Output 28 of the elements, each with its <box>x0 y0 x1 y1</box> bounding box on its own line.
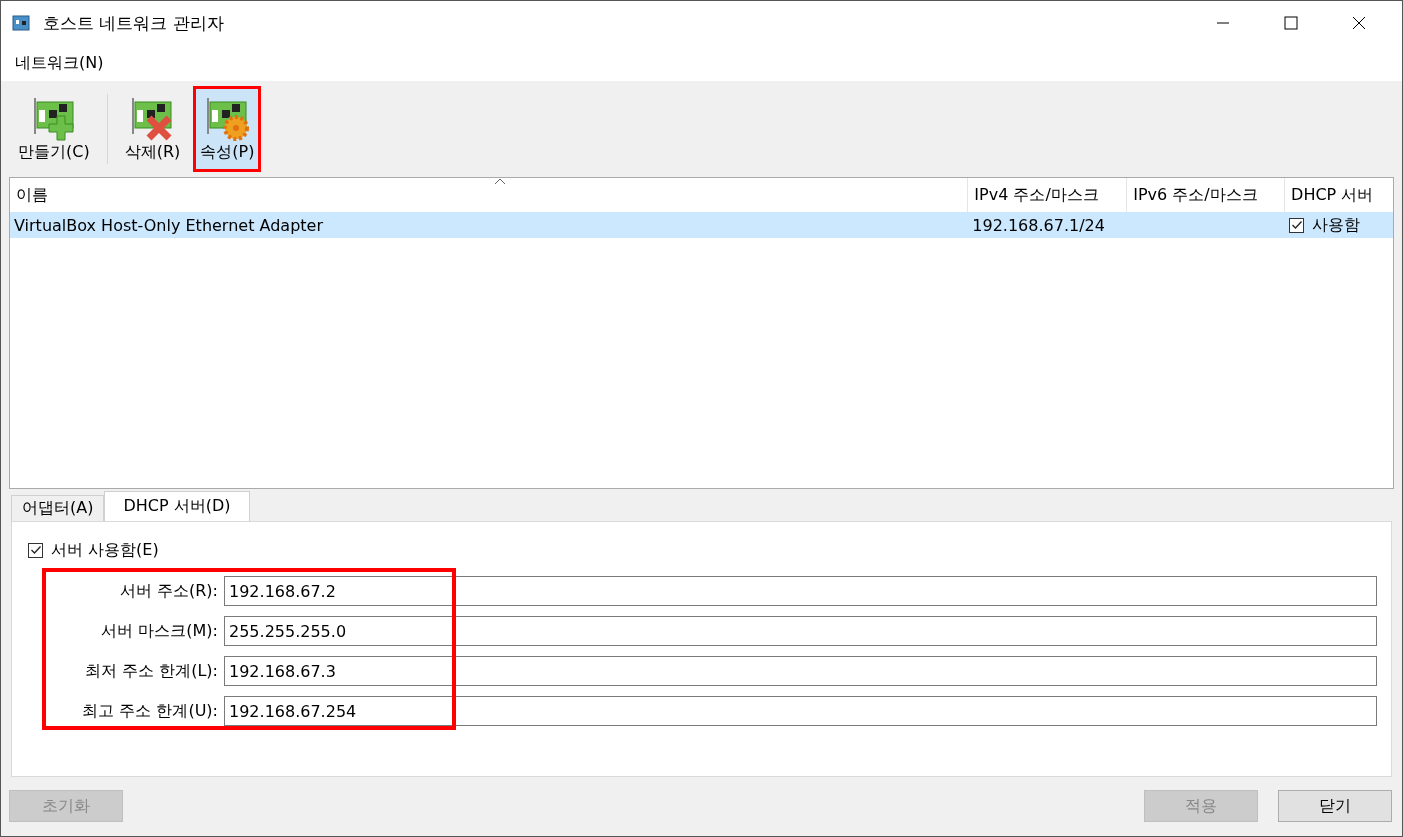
menu-item[interactable]: 네트워크(N) <box>15 52 104 74</box>
column-header[interactable]: DHCP 서버 <box>1285 178 1393 212</box>
input-field[interactable]: 192.168.67.3 <box>224 656 1377 686</box>
field-label: 최고 주소 한계(U): <box>81 700 218 722</box>
toolbar-button[interactable]: 속성(P) <box>193 86 262 172</box>
toolbar-button[interactable]: 만들기(C) <box>11 86 97 172</box>
sort-caret-icon <box>494 178 506 185</box>
tab[interactable]: DHCP 서버(D) <box>104 491 250 521</box>
field-label: 서버 마스크(M): <box>100 620 218 642</box>
close-icon[interactable] <box>1352 16 1366 30</box>
table-cell: 사용함 <box>1312 214 1361 236</box>
checkbox[interactable] <box>28 542 43 558</box>
tab[interactable]: 어댑터(A) <box>11 495 105 521</box>
network-card-icon <box>11 13 31 33</box>
toolbar-button[interactable]: 삭제(R) <box>117 86 188 172</box>
table-cell-text: VirtualBox Host-Only Ethernet Adapter <box>13 215 324 235</box>
input-field[interactable]: 192.168.67.254 <box>224 696 1377 726</box>
table-cell-text: 192.168.67.1/24 <box>971 215 1106 235</box>
field-label: 서버 주소(R): <box>118 580 218 602</box>
maximize-icon[interactable] <box>1284 16 1298 30</box>
input-field[interactable]: 192.168.67.2 <box>224 576 1377 606</box>
checkbox[interactable] <box>1289 217 1305 233</box>
field-label: 최저 주소 한계(L): <box>84 660 218 682</box>
adapter-row[interactable]: VirtualBox Host-Only Ethernet Adapter 192.168.67.1/24 사용함 <box>10 212 1393 238</box>
checkbox-label: 서버 사용함(E) <box>51 539 159 561</box>
window-title: 호스트 네트워크 관리자 <box>43 11 224 35</box>
close-button[interactable]: 닫기 <box>1278 790 1392 822</box>
input-field[interactable]: 255.255.255.0 <box>224 616 1377 646</box>
